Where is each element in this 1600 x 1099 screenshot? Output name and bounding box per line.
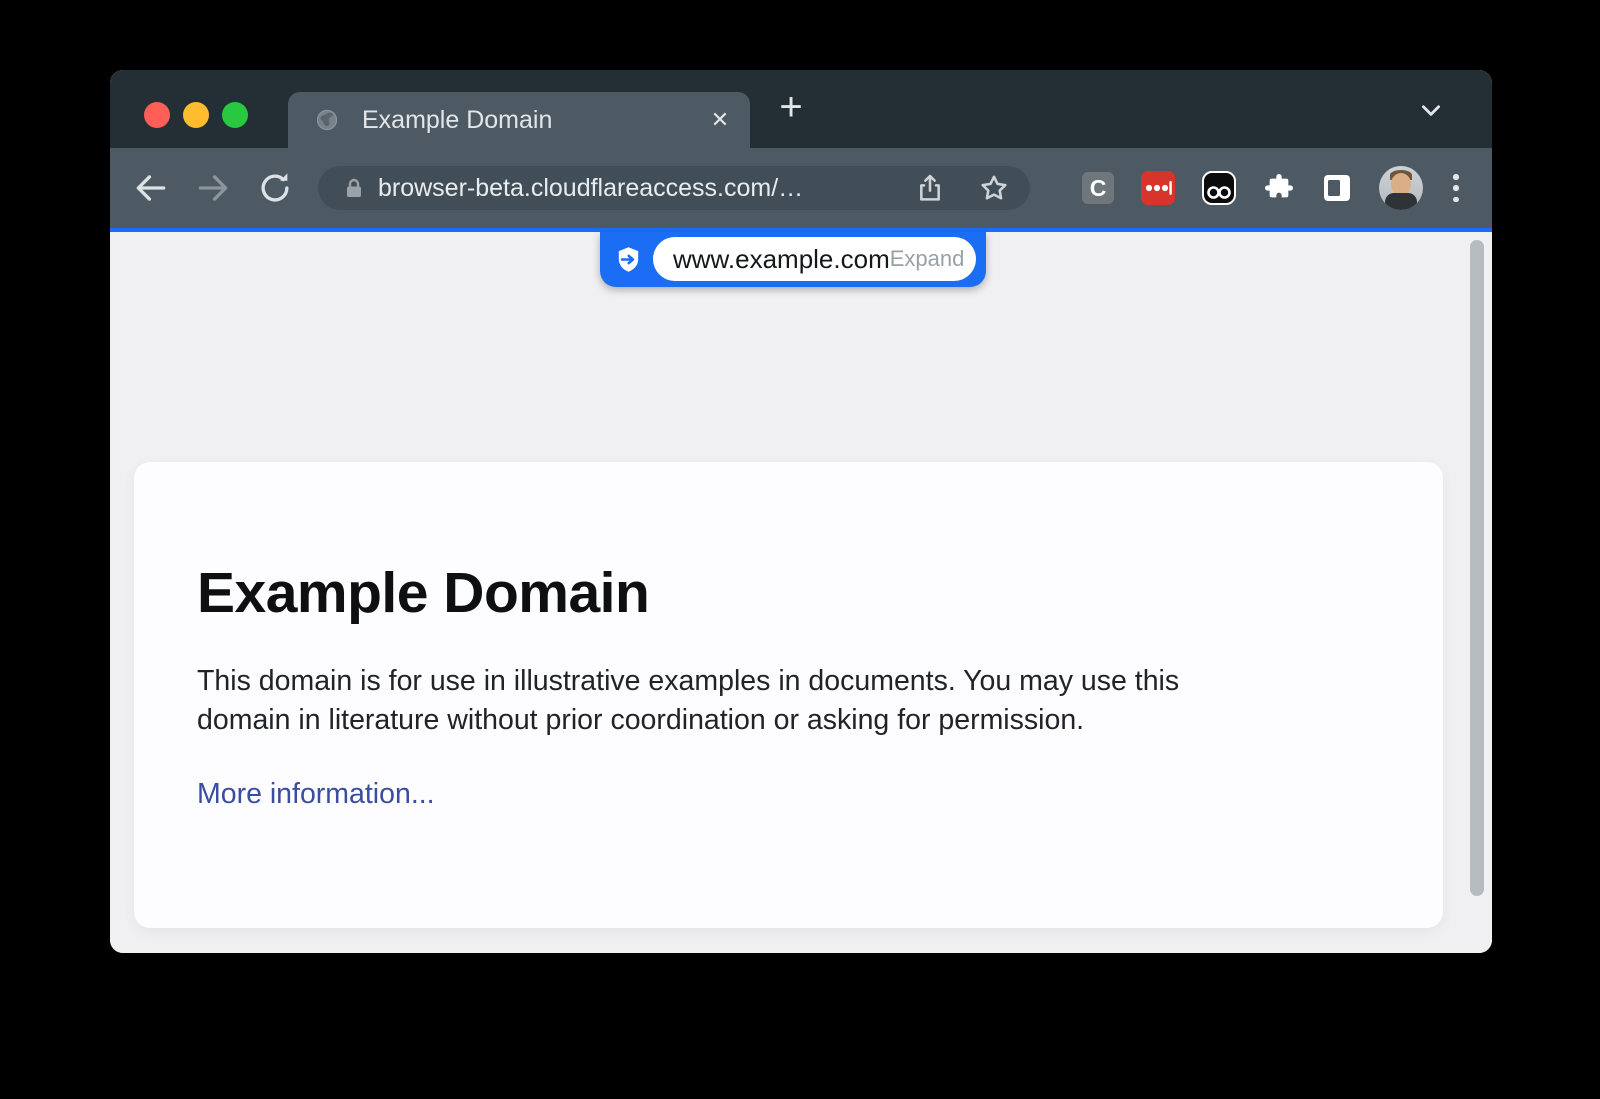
screenshot-stage: Example Domain ✕ + (0, 0, 1600, 1099)
address-bar[interactable]: browser-beta.cloudflareaccess.com/… (318, 166, 1030, 210)
reload-icon[interactable] (256, 169, 294, 207)
side-panel-icon[interactable] (1322, 173, 1352, 203)
isolated-domain-text: www.example.com (673, 244, 890, 275)
lock-icon (342, 176, 366, 200)
back-arrow-icon[interactable] (132, 169, 170, 207)
browser-window: Example Domain ✕ + (110, 70, 1492, 953)
extension-c-icon[interactable]: C (1082, 172, 1114, 204)
close-window-button[interactable] (144, 102, 170, 128)
isolation-shield-icon (613, 244, 644, 275)
page-body-text: This domain is for use in illustrative e… (197, 662, 1380, 740)
globe-favicon-icon (316, 109, 338, 131)
more-information-link[interactable]: More information... (197, 778, 435, 811)
extensions-row: C (1082, 166, 1462, 210)
bookmark-star-icon[interactable] (978, 172, 1010, 204)
macos-traffic-lights (144, 102, 248, 128)
tab-strip: Example Domain ✕ + (110, 70, 1492, 148)
extension-lastpass-icon[interactable] (1141, 171, 1175, 205)
share-icon[interactable] (914, 172, 946, 204)
forward-arrow-icon[interactable] (194, 169, 232, 207)
page-viewport: Example Domain This domain is for use in… (110, 232, 1492, 953)
browser-menu-icon[interactable] (1450, 171, 1462, 205)
zoom-window-button[interactable] (222, 102, 248, 128)
chevron-down-icon[interactable] (1418, 97, 1444, 123)
content-card: Example Domain This domain is for use in… (134, 462, 1443, 928)
page-title: Example Domain (197, 560, 1380, 626)
extensions-puzzle-icon[interactable] (1263, 172, 1295, 204)
body-line-2: domain in literature without prior coord… (197, 701, 1380, 740)
isolation-badge: www.example.com Expand (600, 232, 986, 287)
expand-button[interactable]: Expand (890, 246, 965, 272)
extension-goggles-icon[interactable] (1202, 171, 1236, 205)
tab-title: Example Domain (362, 92, 552, 148)
url-text: browser-beta.cloudflareaccess.com/… (378, 166, 803, 210)
minimize-window-button[interactable] (183, 102, 209, 128)
tab-close-icon[interactable]: ✕ (706, 106, 734, 134)
new-tab-button[interactable]: + (768, 85, 814, 131)
browser-toolbar: browser-beta.cloudflareaccess.com/… C (110, 148, 1492, 228)
isolated-domain-pill[interactable]: www.example.com Expand (653, 237, 976, 281)
profile-avatar[interactable] (1379, 166, 1423, 210)
body-line-1: This domain is for use in illustrative e… (197, 662, 1380, 701)
vertical-scrollbar-thumb[interactable] (1470, 240, 1484, 896)
active-tab[interactable]: Example Domain ✕ (288, 92, 750, 148)
